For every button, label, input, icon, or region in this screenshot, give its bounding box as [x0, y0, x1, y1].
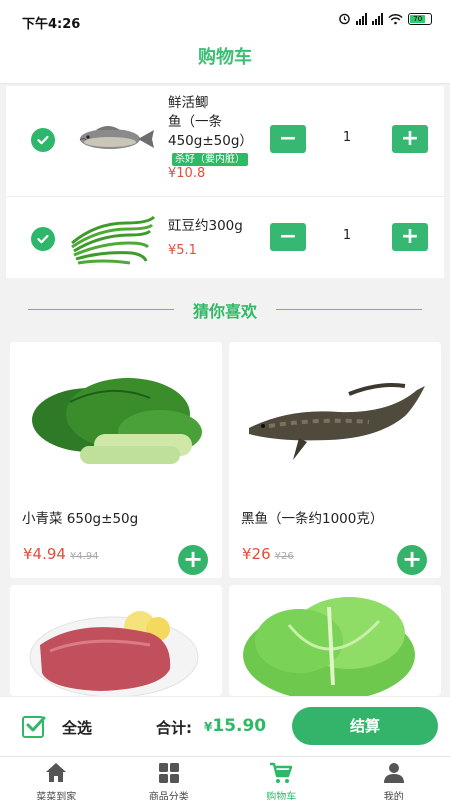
- product-card[interactable]: [229, 585, 441, 696]
- tab-mine[interactable]: 我的: [338, 757, 450, 800]
- alarm-icon: [339, 13, 350, 25]
- total-label: 合计:: [156, 719, 192, 737]
- item-name-line: 鱼（一条: [168, 114, 222, 130]
- decrease-quantity-button[interactable]: −: [270, 223, 306, 251]
- wifi-icon: [388, 13, 403, 24]
- item-option: 杀好（要内脏）: [172, 147, 248, 166]
- tab-label: 商品分类: [148, 792, 189, 800]
- item-quantity: 1: [342, 130, 352, 145]
- check-icon: [26, 716, 46, 732]
- product-card[interactable]: [10, 585, 222, 696]
- battery-level: 70: [410, 14, 426, 23]
- add-to-cart-button[interactable]: +: [397, 545, 427, 575]
- page-title: 购物车: [198, 47, 252, 68]
- item-price: ¥10.8: [168, 166, 206, 181]
- product-card[interactable]: 黑鱼（一条约1000克） ¥26 ¥26 +: [229, 342, 441, 578]
- tab-label: 购物车: [266, 792, 297, 800]
- select-all-label[interactable]: 全选: [62, 717, 92, 738]
- item-name: 鲜活鲫 鱼（一条 450g±50g）: [168, 94, 253, 151]
- product-price: ¥26 ¥26: [242, 545, 294, 563]
- cart-item: 鲜活鲫 鱼（一条 450g±50g） 杀好（要内脏） ¥10.8 − 1 +: [6, 86, 444, 184]
- grid-icon: [158, 763, 179, 783]
- item-checkbox[interactable]: [31, 128, 55, 152]
- checkout-bar: 全选 合计: ¥15.90 结算: [0, 696, 450, 756]
- increase-quantity-button[interactable]: +: [392, 223, 428, 251]
- divider: [276, 309, 422, 310]
- total-value: 15.90: [212, 716, 267, 736]
- add-to-cart-button[interactable]: +: [178, 545, 208, 575]
- item-name-line: 鲜活鲫: [168, 95, 209, 111]
- cart-icon: [270, 762, 293, 783]
- status-bar: 下午4:26 70: [0, 0, 450, 42]
- cart-list: 鲜活鲫 鱼（一条 450g±50g） 杀好（要内脏） ¥10.8 − 1 + 豇…: [6, 86, 444, 278]
- carp-fish-image: [79, 126, 154, 149]
- product-price-value: ¥26: [242, 545, 271, 563]
- status-icons: 70: [338, 12, 432, 25]
- total-amount: ¥15.90: [204, 716, 266, 736]
- signal-icon: [356, 12, 367, 25]
- item-price: ¥5.1: [168, 243, 197, 258]
- increase-quantity-button[interactable]: +: [392, 125, 428, 153]
- product-price: ¥4.94 ¥4.94: [23, 545, 99, 563]
- signal-icon: [372, 12, 383, 25]
- product-card[interactable]: 小青菜 650g±50g ¥4.94 ¥4.94 +: [10, 342, 222, 578]
- recommend-section-title: 猜你喜欢: [0, 296, 450, 324]
- battery-icon: 70: [408, 12, 432, 25]
- chinese-cabbage-image: [243, 597, 415, 696]
- cowpea-image: [71, 215, 156, 265]
- checkout-button[interactable]: 结算: [292, 707, 438, 745]
- user-icon: [383, 763, 404, 783]
- pork-image: [29, 611, 199, 696]
- item-checkbox[interactable]: [31, 227, 55, 251]
- select-all-checkbox[interactable]: [22, 716, 46, 738]
- recommend-title: 猜你喜欢: [192, 302, 257, 321]
- product-old-price: ¥4.94: [69, 551, 99, 562]
- item-name: 豇豆约300g: [168, 218, 243, 234]
- product-old-price: ¥26: [274, 551, 294, 562]
- item-quantity: 1: [342, 228, 352, 243]
- tab-category[interactable]: 商品分类: [113, 757, 226, 800]
- decrease-quantity-button[interactable]: −: [270, 125, 306, 153]
- status-time: 下午4:26: [22, 17, 81, 32]
- tab-label: 我的: [383, 792, 404, 800]
- tab-cart[interactable]: 购物车: [225, 757, 338, 800]
- tab-home[interactable]: 菜菜到家: [0, 757, 113, 800]
- home-icon: [46, 763, 67, 782]
- bok-choy-image: [32, 378, 202, 464]
- product-name: 黑鱼（一条约1000克）: [241, 511, 384, 527]
- tab-label: 菜菜到家: [36, 792, 77, 800]
- cart-item: 豇豆约300g ¥5.1 − 1 +: [6, 196, 444, 278]
- snakehead-fish-image: [249, 383, 425, 460]
- check-icon: [37, 234, 49, 244]
- product-price-value: ¥4.94: [23, 545, 66, 563]
- check-icon: [37, 135, 49, 145]
- product-name: 小青菜 650g±50g: [22, 511, 139, 527]
- bottom-tab-bar: 菜菜到家 商品分类 购物车 我的: [0, 756, 450, 800]
- page-header: 购物车: [0, 42, 450, 84]
- item-option-tag: 杀好（要内脏）: [172, 153, 248, 166]
